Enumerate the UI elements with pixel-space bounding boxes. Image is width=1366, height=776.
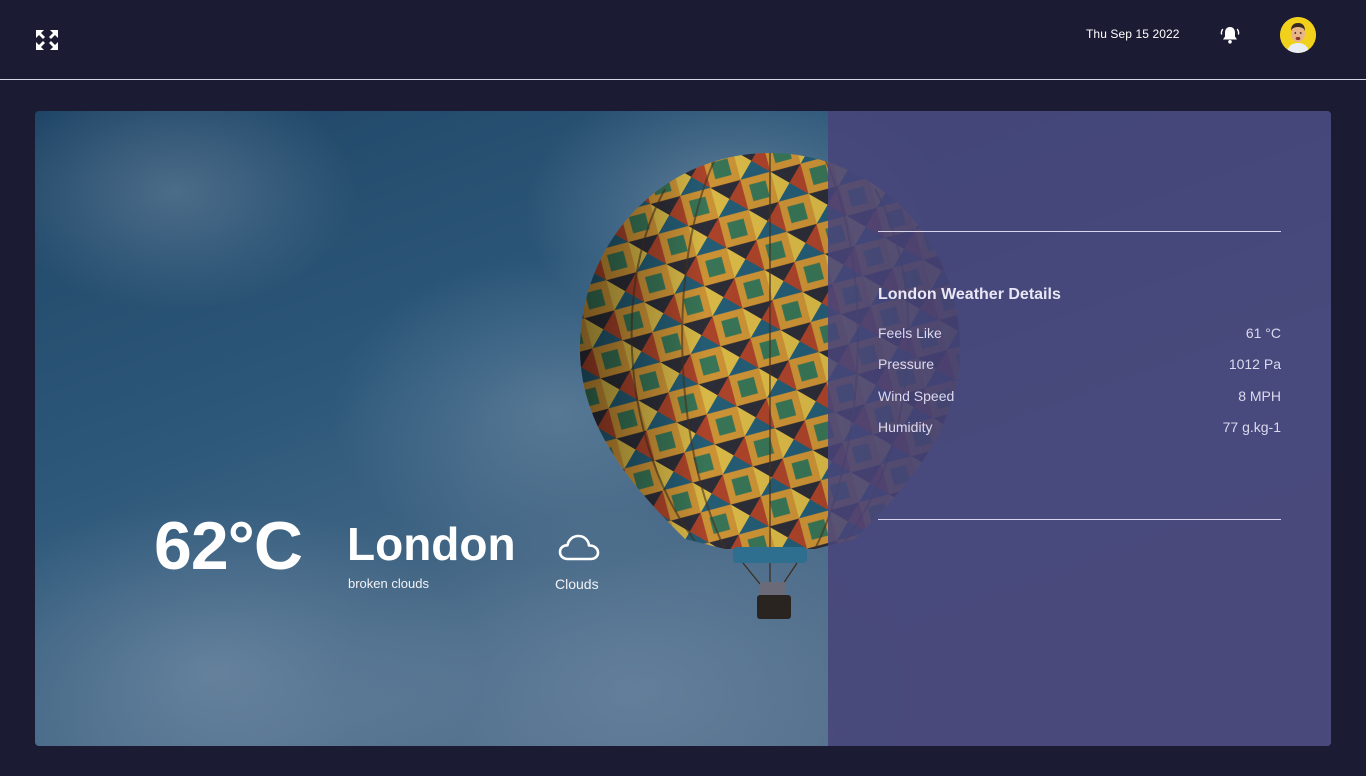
bottom-divider xyxy=(878,519,1281,520)
details-panel: London Weather Details Feels Like 61 °C … xyxy=(828,111,1331,746)
detail-row-feels-like: Feels Like 61 °C xyxy=(878,325,1281,347)
detail-label: Pressure xyxy=(878,356,935,372)
top-divider xyxy=(878,231,1281,232)
temperature: 62°C xyxy=(154,508,303,584)
detail-label: Wind Speed xyxy=(878,388,955,404)
detail-row-wind-speed: Wind Speed 8 MPH xyxy=(878,388,1281,410)
current-date: Thu Sep 15 2022 xyxy=(1086,27,1180,41)
detail-label: Feels Like xyxy=(878,325,942,341)
detail-label: Humidity xyxy=(878,419,933,435)
detail-value: 61 °C xyxy=(1245,325,1281,341)
expand-arrows-icon[interactable] xyxy=(34,28,60,52)
detail-value: 1012 Pa xyxy=(1228,356,1281,372)
detail-row-humidity: Humidity 77 g.kg-1 xyxy=(878,419,1281,441)
weather-description: broken clouds xyxy=(348,576,429,591)
weather-condition: Clouds xyxy=(555,576,599,592)
bell-icon[interactable] xyxy=(1219,24,1241,46)
detail-value: 77 g.kg-1 xyxy=(1222,419,1281,435)
top-bar: Thu Sep 15 2022 xyxy=(0,0,1366,80)
city-name: London xyxy=(347,518,516,570)
detail-value: 8 MPH xyxy=(1238,388,1281,404)
cloud-icon xyxy=(557,530,601,564)
weather-card: London Weather Details Feels Like 61 °C … xyxy=(35,111,1331,746)
user-avatar[interactable] xyxy=(1280,17,1316,53)
detail-row-pressure: Pressure 1012 Pa xyxy=(878,356,1281,378)
details-title: London Weather Details xyxy=(878,286,1061,303)
